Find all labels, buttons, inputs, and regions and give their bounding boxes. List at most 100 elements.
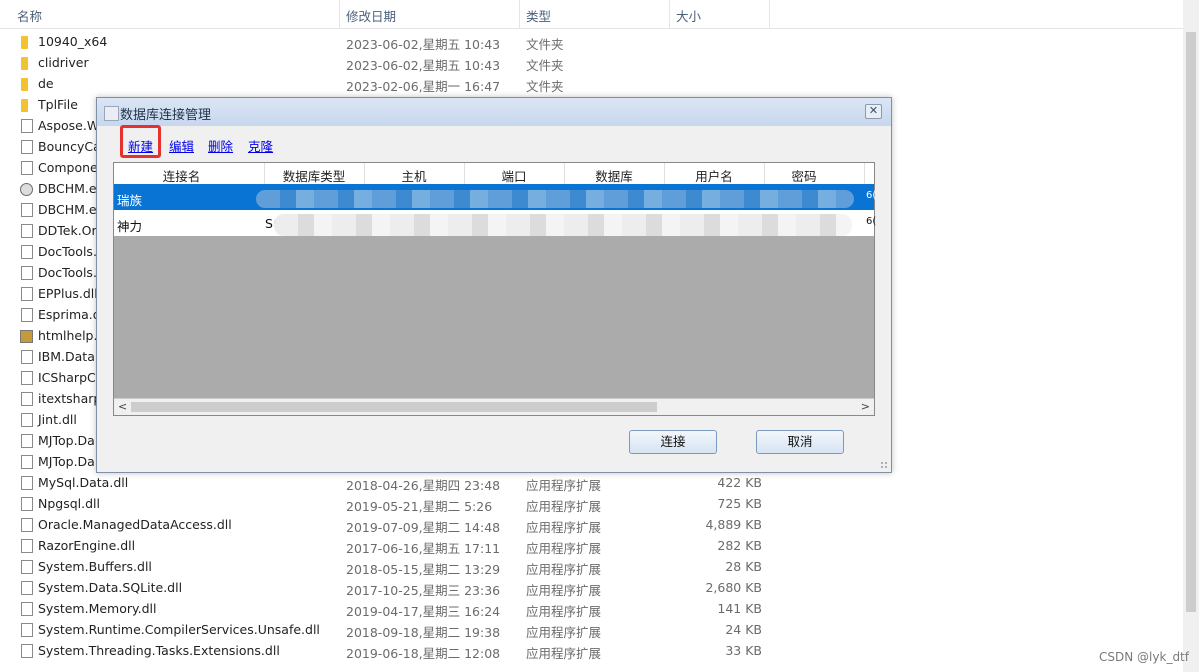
column-divider[interactable] (864, 163, 865, 184)
file-name: System.Data.SQLite.dll (38, 580, 183, 595)
file-size: 28 KB (725, 559, 762, 574)
file-modified-date: 2017-10-25,星期三 23:36 (346, 583, 501, 598)
file-name: de (38, 76, 54, 91)
file-icon (21, 539, 33, 553)
file-icon (21, 560, 33, 574)
file-name: System.Memory.dll (38, 601, 157, 616)
edit-link[interactable]: 编辑 (169, 136, 194, 155)
column-divider[interactable] (669, 0, 670, 28)
vertical-scrollbar[interactable] (1183, 0, 1199, 672)
file-row[interactable]: System.Runtime.CompilerServices.Unsafe.d… (0, 620, 1183, 641)
column-header-modified[interactable]: 修改日期 (346, 6, 396, 26)
folder-icon (21, 99, 28, 112)
file-icon (21, 224, 33, 238)
file-row[interactable]: Npgsql.dll 2019-05-21,星期二 5:26 应用程序扩展 725 K… (0, 494, 1183, 515)
dialog-title: 数据库连接管理 (120, 108, 212, 123)
scrollbar-thumb[interactable] (131, 402, 657, 412)
grid-col-password[interactable]: 密码 (764, 166, 844, 185)
file-icon (21, 581, 33, 595)
file-icon (21, 287, 33, 301)
connection-manager-dialog: 数据库连接管理 ✕ 新建 编辑 删除 克隆 连接名 数据库类型 主机 端口 数据… (96, 97, 892, 473)
file-row[interactable]: clidriver 2023-06-02,星期五 10:43 文件夹 (0, 53, 1183, 74)
file-type: 应用程序扩展 (526, 520, 602, 535)
connections-grid: 连接名 数据库类型 主机 端口 数据库 用户名 密码 瑞族 6( 神力 S( 6… (113, 162, 876, 416)
file-row[interactable]: System.Buffers.dll 2018-05-15,星期二 13:29 应用… (0, 557, 1183, 578)
file-icon (21, 392, 33, 406)
grid-row[interactable]: 瑞族 6( (114, 184, 876, 210)
file-size: 2,680 KB (705, 580, 762, 595)
column-header-name[interactable]: 名称 (17, 6, 42, 26)
file-name: IBM.Data. (38, 349, 99, 364)
column-divider[interactable] (769, 0, 770, 28)
grid-col-database[interactable]: 数据库 (564, 166, 664, 185)
file-row[interactable]: RazorEngine.dll 2017-06-16,星期五 17:11 应用程序扩… (0, 536, 1183, 557)
file-size: 33 KB (725, 643, 762, 658)
file-size: 141 KB (717, 601, 762, 616)
file-modified-date: 2023-06-02,星期五 10:43 (346, 58, 501, 73)
delete-link[interactable]: 删除 (208, 136, 233, 155)
file-size: 4,889 KB (705, 517, 762, 532)
file-name: System.Runtime.CompilerServices.Unsafe.d… (38, 622, 320, 637)
file-modified-date: 2019-07-09,星期二 14:48 (346, 520, 501, 535)
file-name: clidriver (38, 55, 89, 70)
scroll-right-icon[interactable]: > (861, 400, 870, 413)
grid-col-username[interactable]: 用户名 (664, 166, 764, 185)
clone-link[interactable]: 克隆 (248, 136, 273, 155)
grid-header: 连接名 数据库类型 主机 端口 数据库 用户名 密码 (114, 163, 874, 185)
file-row[interactable]: de 2023-02-06,星期一 16:47 文件夹 (0, 74, 1183, 95)
column-header-size[interactable]: 大小 (676, 6, 701, 26)
file-icon (21, 161, 33, 175)
file-type: 文件夹 (526, 37, 564, 52)
file-icon (21, 119, 33, 133)
file-size: 725 KB (717, 496, 762, 511)
folder-icon (21, 78, 28, 91)
dialog-titlebar[interactable]: 数据库连接管理 ✕ (97, 98, 891, 126)
grid-col-host[interactable]: 主机 (364, 166, 464, 185)
executable-icon (20, 183, 33, 196)
file-icon (21, 644, 33, 658)
file-name: RazorEngine.dll (38, 538, 136, 553)
scroll-left-icon[interactable]: < (118, 400, 127, 413)
column-divider[interactable] (339, 0, 340, 28)
file-name: DDTek.Or (38, 223, 97, 238)
file-name: Esprima.d (38, 307, 101, 322)
file-name: MJTop.Da (38, 433, 95, 448)
file-type: 文件夹 (526, 58, 564, 73)
file-name: MJTop.Da (38, 454, 95, 469)
cancel-button[interactable]: 取消 (756, 430, 844, 454)
grid-cell-name: 瑞族 (117, 193, 143, 208)
file-row[interactable]: Oracle.ManagedDataAccess.dll 2019-07-09,星… (0, 515, 1183, 536)
file-icon (21, 350, 33, 364)
folder-icon (21, 57, 28, 70)
column-divider[interactable] (519, 0, 520, 28)
file-modified-date: 2023-02-06,星期一 16:47 (346, 79, 501, 94)
grid-col-port[interactable]: 端口 (464, 166, 564, 185)
file-modified-date: 2019-04-17,星期三 16:24 (346, 604, 501, 619)
grid-col-name[interactable]: 连接名 (114, 166, 249, 185)
grid-col-dbtype[interactable]: 数据库类型 (264, 166, 364, 185)
column-header-type[interactable]: 类型 (526, 6, 551, 26)
new-link[interactable]: 新建 (128, 136, 153, 155)
resize-grip-icon[interactable] (880, 461, 888, 469)
file-icon (21, 623, 33, 637)
close-button[interactable]: ✕ (865, 104, 882, 119)
folder-icon (21, 36, 28, 49)
file-modified-date: 2018-09-18,星期二 19:38 (346, 625, 501, 640)
file-row[interactable]: MySql.Data.dll 2018-04-26,星期四 23:48 应用程序扩展… (0, 473, 1183, 494)
connect-button[interactable]: 连接 (629, 430, 717, 454)
file-name: Npgsql.dll (38, 496, 100, 511)
file-name: ICSharpCo (38, 370, 104, 385)
horizontal-scrollbar[interactable]: < > (114, 398, 874, 415)
scrollbar-thumb[interactable] (1186, 32, 1196, 612)
file-name: Aspose.W (38, 118, 100, 133)
file-row[interactable]: 10940_x64 2023-06-02,星期五 10:43 文件夹 (0, 32, 1183, 53)
grid-cell-name: 神力 (117, 219, 143, 234)
file-row[interactable]: System.Threading.Tasks.Extensions.dll 201… (0, 641, 1183, 662)
file-type: 应用程序扩展 (526, 646, 602, 661)
file-icon (21, 245, 33, 259)
file-row[interactable]: System.Data.SQLite.dll 2017-10-25,星期三 23:… (0, 578, 1183, 599)
grid-row[interactable]: 神力 S( 6( (114, 210, 876, 236)
file-name: BouncyCa (38, 139, 101, 154)
file-row[interactable]: System.Memory.dll 2019-04-17,星期三 16:24 应用程… (0, 599, 1183, 620)
file-size: 24 KB (725, 622, 762, 637)
